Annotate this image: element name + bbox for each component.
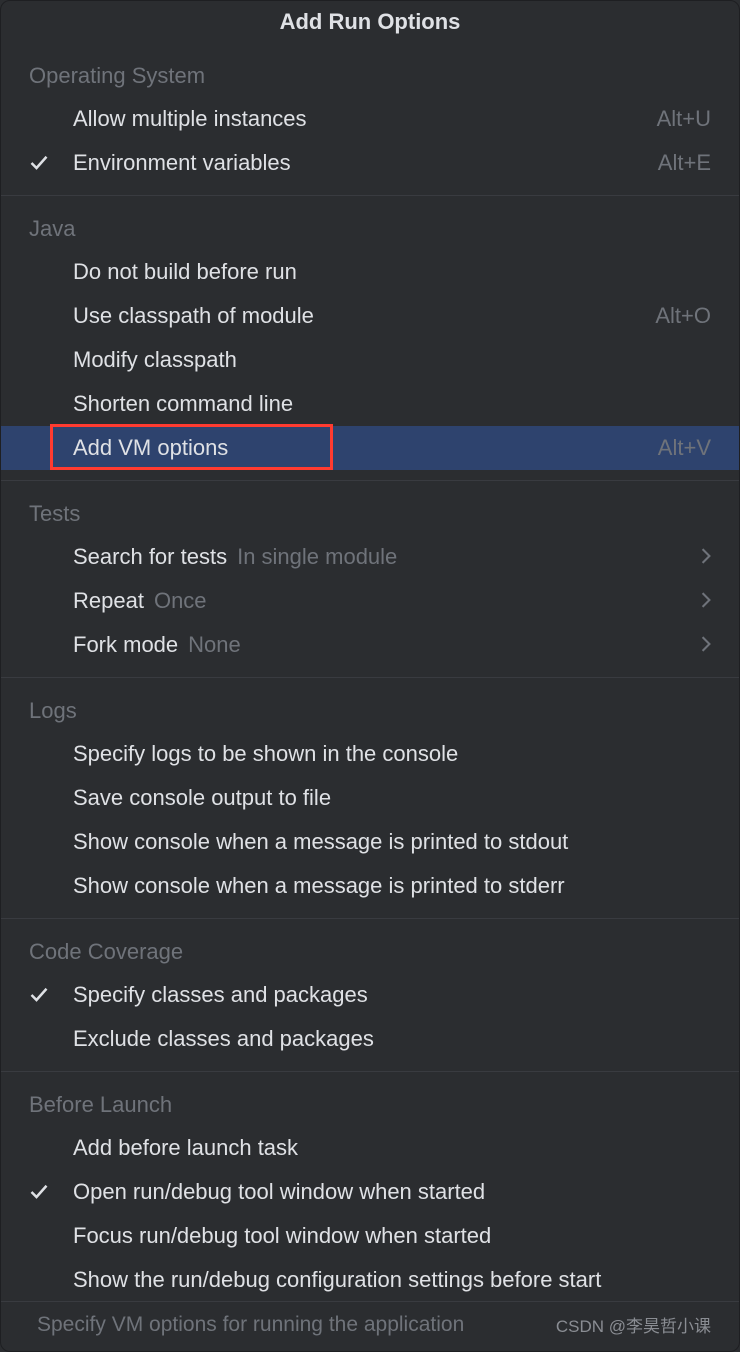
menu-item-add-before-launch-task[interactable]: Add before launch task <box>1 1126 739 1170</box>
section-header-java: Java <box>1 206 739 250</box>
check-icon <box>29 985 73 1005</box>
check-icon <box>29 153 73 173</box>
chevron-right-icon <box>693 632 711 658</box>
menu-item-label: Search for tests <box>73 544 227 570</box>
check-icon <box>29 1182 73 1202</box>
section-header-os: Operating System <box>1 53 739 97</box>
menu-item-label: Add before launch task <box>73 1135 298 1161</box>
menu-item-label: Specify classes and packages <box>73 982 368 1008</box>
menu-item-label: Repeat <box>73 588 144 614</box>
divider <box>1 677 739 678</box>
add-run-options-panel: Add Run Options Operating System Allow m… <box>0 0 740 1352</box>
divider <box>1 1071 739 1072</box>
divider <box>1 195 739 196</box>
menu-item-focus-tool-window[interactable]: Focus run/debug tool window when started <box>1 1214 739 1258</box>
menu-item-show-console-stdout[interactable]: Show console when a message is printed t… <box>1 820 739 864</box>
footer: Specify VM options for running the appli… <box>1 1301 739 1351</box>
menu-item-label: Open run/debug tool window when started <box>73 1179 485 1205</box>
menu-content: Operating System Allow multiple instance… <box>1 53 739 1301</box>
menu-item-label: Use classpath of module <box>73 303 314 329</box>
menu-item-do-not-build-before-run[interactable]: Do not build before run <box>1 250 739 294</box>
menu-item-repeat[interactable]: Repeat Once <box>1 579 739 623</box>
menu-item-exclude-classes-packages[interactable]: Exclude classes and packages <box>1 1017 739 1061</box>
chevron-right-icon <box>693 588 711 614</box>
menu-item-shortcut: Alt+U <box>657 106 711 132</box>
menu-item-label: Environment variables <box>73 150 291 176</box>
menu-item-specify-classes-packages[interactable]: Specify classes and packages <box>1 973 739 1017</box>
menu-item-hint: None <box>188 632 241 658</box>
menu-item-show-console-stderr[interactable]: Show console when a message is printed t… <box>1 864 739 908</box>
menu-item-label: Save console output to file <box>73 785 331 811</box>
menu-item-label: Focus run/debug tool window when started <box>73 1223 491 1249</box>
menu-item-label: Do not build before run <box>73 259 297 285</box>
menu-item-hint: Once <box>154 588 207 614</box>
menu-item-label: Show console when a message is printed t… <box>73 829 568 855</box>
menu-item-search-for-tests[interactable]: Search for tests In single module <box>1 535 739 579</box>
menu-item-shorten-command-line[interactable]: Shorten command line <box>1 382 739 426</box>
divider <box>1 918 739 919</box>
menu-item-label: Shorten command line <box>73 391 293 417</box>
watermark: CSDN @李昊哲小课 <box>556 1312 711 1337</box>
menu-item-label: Exclude classes and packages <box>73 1026 374 1052</box>
menu-item-allow-multiple-instances[interactable]: Allow multiple instances Alt+U <box>1 97 739 141</box>
chevron-right-icon <box>693 544 711 570</box>
menu-item-environment-variables[interactable]: Environment variables Alt+E <box>1 141 739 185</box>
menu-item-shortcut: Alt+O <box>655 303 711 329</box>
menu-item-label: Show the run/debug configuration setting… <box>73 1267 601 1293</box>
menu-item-label: Add VM options <box>73 435 228 461</box>
menu-item-label: Allow multiple instances <box>73 106 307 132</box>
menu-item-fork-mode[interactable]: Fork mode None <box>1 623 739 667</box>
section-header-logs: Logs <box>1 688 739 732</box>
divider <box>1 480 739 481</box>
menu-item-add-vm-options[interactable]: Add VM options Alt+V <box>1 426 739 470</box>
panel-title: Add Run Options <box>1 1 739 53</box>
menu-item-label: Show console when a message is printed t… <box>73 873 565 899</box>
menu-item-label: Specify logs to be shown in the console <box>73 741 458 767</box>
menu-item-hint: In single module <box>237 544 397 570</box>
menu-item-shortcut: Alt+V <box>658 435 711 461</box>
menu-item-shortcut: Alt+E <box>658 150 711 176</box>
menu-item-modify-classpath[interactable]: Modify classpath <box>1 338 739 382</box>
footer-hint: Specify VM options for running the appli… <box>37 1313 464 1337</box>
section-header-before-launch: Before Launch <box>1 1082 739 1126</box>
menu-item-save-console-output[interactable]: Save console output to file <box>1 776 739 820</box>
menu-item-label: Modify classpath <box>73 347 237 373</box>
section-header-coverage: Code Coverage <box>1 929 739 973</box>
menu-item-show-config-before-start[interactable]: Show the run/debug configuration setting… <box>1 1258 739 1301</box>
section-header-tests: Tests <box>1 491 739 535</box>
menu-item-open-tool-window[interactable]: Open run/debug tool window when started <box>1 1170 739 1214</box>
menu-item-use-classpath-of-module[interactable]: Use classpath of module Alt+O <box>1 294 739 338</box>
menu-item-label: Fork mode <box>73 632 178 658</box>
menu-item-specify-logs[interactable]: Specify logs to be shown in the console <box>1 732 739 776</box>
